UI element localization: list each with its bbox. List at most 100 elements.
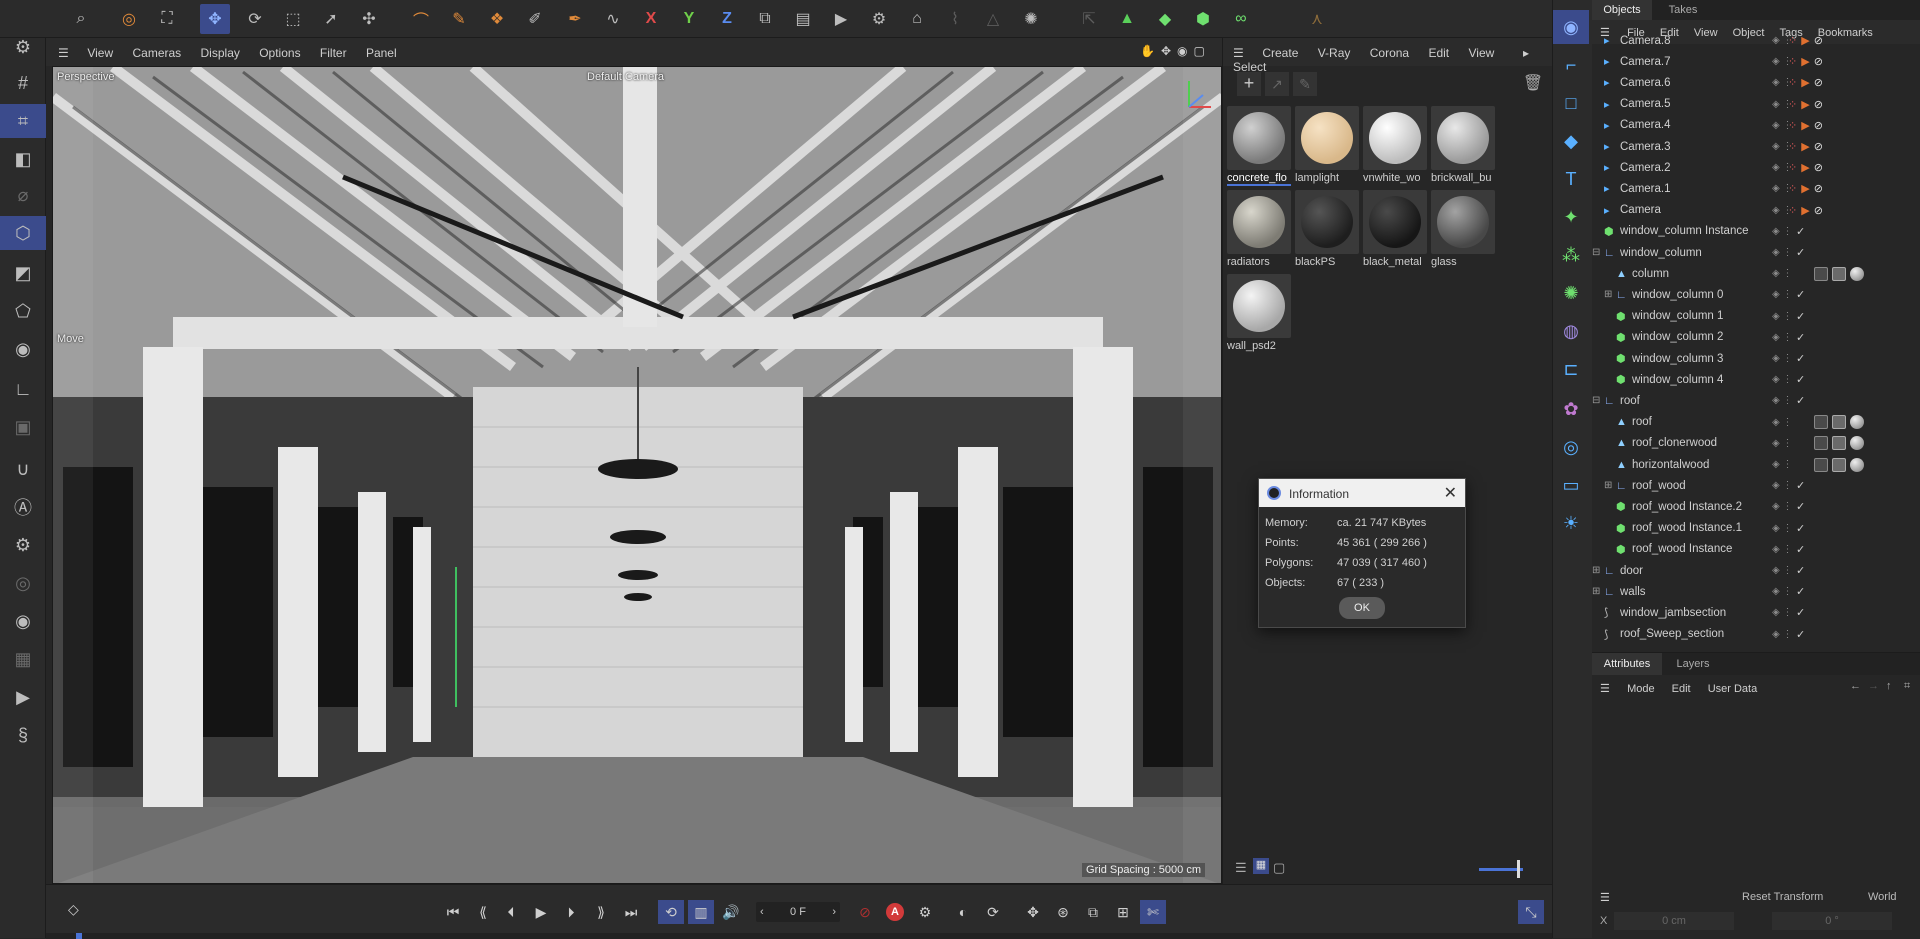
- material-item[interactable]: black_metal: [1363, 190, 1427, 274]
- object-mode-icon[interactable]: ⬡: [0, 216, 46, 250]
- enabled-check-icon[interactable]: ✓: [1796, 373, 1805, 386]
- light-object-icon[interactable]: ☀: [1553, 506, 1589, 540]
- text-object-icon[interactable]: T: [1553, 162, 1589, 196]
- next-frame-icon[interactable]: ⏵: [558, 900, 584, 924]
- layer-visibility-icon[interactable]: ◈ ⋮: [1772, 459, 1792, 470]
- lock-small-icon[interactable]: ⌗: [1904, 680, 1910, 693]
- sketch-icon[interactable]: ∿: [598, 4, 628, 34]
- export-icon[interactable]: ⇱: [1074, 4, 1104, 34]
- object-name[interactable]: Camera.6: [1620, 77, 1671, 89]
- protection-tag-icon[interactable]: ⊘: [1814, 55, 1823, 68]
- object-name[interactable]: roof_wood Instance: [1632, 543, 1732, 555]
- enabled-check-icon[interactable]: ✓: [1796, 246, 1805, 259]
- square-object-icon[interactable]: □: [1553, 86, 1589, 120]
- object-name[interactable]: window_column Instance: [1620, 225, 1749, 237]
- object-name[interactable]: window_column: [1620, 247, 1702, 259]
- material-item[interactable]: wall_psd2: [1227, 274, 1291, 358]
- key-move-icon[interactable]: ✥: [1020, 900, 1046, 924]
- enabled-check-icon[interactable]: ✓: [1796, 479, 1805, 492]
- render-settings-icon[interactable]: ⚙: [864, 4, 894, 34]
- enabled-check-icon[interactable]: ✓: [1796, 585, 1805, 598]
- script-icon[interactable]: §: [0, 718, 46, 752]
- enabled-check-icon[interactable]: ✓: [1796, 225, 1805, 238]
- keyframe-diamond-icon[interactable]: ◇: [68, 901, 79, 918]
- object-tree-row[interactable]: ▲ horizontalwood ◈ ⋮: [1592, 454, 1920, 475]
- object-tree-row[interactable]: ⬢ window_column Instance ◈ ⋮ ✓: [1592, 221, 1920, 242]
- object-name[interactable]: door: [1620, 565, 1643, 577]
- spline-green-icon[interactable]: ∞: [1226, 4, 1256, 34]
- layer-visibility-icon[interactable]: ◈ ⋮: [1772, 523, 1792, 534]
- enabled-check-icon[interactable]: ✓: [1796, 522, 1805, 535]
- material-menu-edit[interactable]: Edit: [1428, 46, 1449, 60]
- layer-visibility-icon[interactable]: ◈ ⋮: [1772, 311, 1792, 322]
- live-selection-icon[interactable]: ◎: [114, 4, 144, 34]
- key-param-icon[interactable]: ⧉: [1080, 900, 1106, 924]
- camera-tag-icon[interactable]: ▶: [1801, 55, 1809, 68]
- record-off-icon[interactable]: ⊘: [852, 900, 878, 924]
- target-icon[interactable]: ◎: [0, 566, 46, 600]
- layer-visibility-icon[interactable]: ◈ ⋮: [1772, 607, 1792, 618]
- texture-mode-icon[interactable]: ▣: [0, 410, 46, 444]
- select-icon[interactable]: ⛶: [152, 4, 182, 34]
- material-item[interactable]: blackPS: [1295, 190, 1359, 274]
- ok-button[interactable]: OK: [1339, 597, 1385, 619]
- enabled-check-icon[interactable]: ✓: [1796, 310, 1805, 323]
- material-tag-icon[interactable]: [1850, 415, 1864, 430]
- prev-key-icon[interactable]: ⟪: [470, 900, 496, 924]
- object-name[interactable]: column: [1632, 268, 1669, 280]
- connect-object-icon[interactable]: ⊏: [1553, 352, 1589, 386]
- object-name[interactable]: window_column 2: [1632, 331, 1723, 343]
- paint-alt-icon[interactable]: ❖: [482, 4, 512, 34]
- camera-tag-icon[interactable]: ▶: [1801, 140, 1809, 153]
- frame-field[interactable]: ‹ 0 F ›: [756, 902, 840, 922]
- object-tree-row[interactable]: ⟆ roof_Sweep_section ◈ ⋮ ✓: [1592, 624, 1920, 645]
- material-large-view-icon[interactable]: ▢: [1273, 860, 1285, 876]
- layer-visibility-icon[interactable]: ◈ ⋮: [1772, 268, 1792, 279]
- object-tree-row[interactable]: ▲ roof_clonerwood ◈ ⋮: [1592, 433, 1920, 454]
- object-tree-row[interactable]: ⬢ roof_wood Instance ◈ ⋮ ✓: [1592, 539, 1920, 560]
- object-name[interactable]: Camera.1: [1620, 183, 1671, 195]
- go-to-end-icon[interactable]: ⏭: [618, 900, 644, 924]
- layer-visibility-icon[interactable]: ◈ ⋮: [1772, 247, 1792, 258]
- key-rotate-icon[interactable]: ⟳: [980, 900, 1006, 924]
- autokey-icon[interactable]: A: [882, 900, 908, 924]
- camera-tags[interactable]: ⁘ ▶ ⊘: [1788, 119, 1823, 132]
- layer-visibility-icon[interactable]: ◈ ⋮: [1772, 374, 1792, 385]
- object-name[interactable]: Camera.8: [1620, 35, 1671, 47]
- coord-x-field[interactable]: 0 cm: [1614, 912, 1734, 930]
- viewport-nav-icons[interactable]: ✋✥◉▢: [1140, 44, 1211, 58]
- picture-viewer-icon[interactable]: ⌂: [902, 4, 932, 34]
- enabled-check-icon[interactable]: ✓: [1796, 500, 1805, 513]
- object-tree-row[interactable]: ⊞ ∟ roof_wood ◈ ⋮ ✓: [1592, 475, 1920, 496]
- object-tree-row[interactable]: ⊟ ∟ roof ◈ ⋮ ✓: [1592, 390, 1920, 411]
- spline-pen-icon[interactable]: ⌒: [406, 4, 436, 34]
- cube-green-icon[interactable]: ◆: [1150, 4, 1180, 34]
- attributes-menu-edit[interactable]: Edit: [1672, 683, 1691, 695]
- object-tree-row[interactable]: ⬢ window_column 4 ◈ ⋮ ✓: [1592, 369, 1920, 390]
- model-icon[interactable]: ◧: [0, 142, 46, 176]
- lock-icon[interactable]: ⌇: [940, 4, 970, 34]
- camera-tags[interactable]: ⁘ ▶ ⊘: [1788, 182, 1823, 195]
- viewport-menu-display[interactable]: Display: [201, 46, 240, 60]
- object-tree-row[interactable]: ▸ Camera.5 ◈ ⋮ ⁘ ▶ ⊘: [1592, 94, 1920, 115]
- magnet-icon[interactable]: ∪: [0, 452, 46, 486]
- settings-alt-icon[interactable]: ⚙: [0, 528, 46, 562]
- render-view-icon[interactable]: ▶: [826, 4, 856, 34]
- object-tree-row[interactable]: ⟆ window_jambsection ◈ ⋮ ✓: [1592, 602, 1920, 623]
- camera-tags[interactable]: ⁘ ▶ ⊘: [1788, 140, 1823, 153]
- viewport-menu-filter[interactable]: Filter: [320, 46, 347, 60]
- object-name[interactable]: window_jambsection: [1620, 607, 1726, 619]
- layer-visibility-icon[interactable]: ◈ ⋮: [1772, 544, 1792, 555]
- close-icon[interactable]: ✕: [1444, 483, 1457, 503]
- play-icon[interactable]: ▶: [528, 900, 554, 924]
- go-to-start-icon[interactable]: ⏮: [440, 900, 466, 924]
- move-icon[interactable]: ✥: [200, 4, 230, 34]
- up-arrow-icon[interactable]: ↑: [1886, 680, 1892, 692]
- protection-tag-icon[interactable]: ⊘: [1814, 204, 1823, 217]
- viewport[interactable]: Perspective Default Camera Move Grid Spa…: [52, 66, 1222, 884]
- sound-icon[interactable]: 🔊: [718, 900, 744, 924]
- dropper-icon[interactable]: ✎: [1293, 72, 1317, 96]
- x-axis-icon[interactable]: X: [636, 4, 666, 34]
- render-small-icon[interactable]: ▦: [0, 642, 46, 676]
- camera-tag-icon[interactable]: ▶: [1801, 182, 1809, 195]
